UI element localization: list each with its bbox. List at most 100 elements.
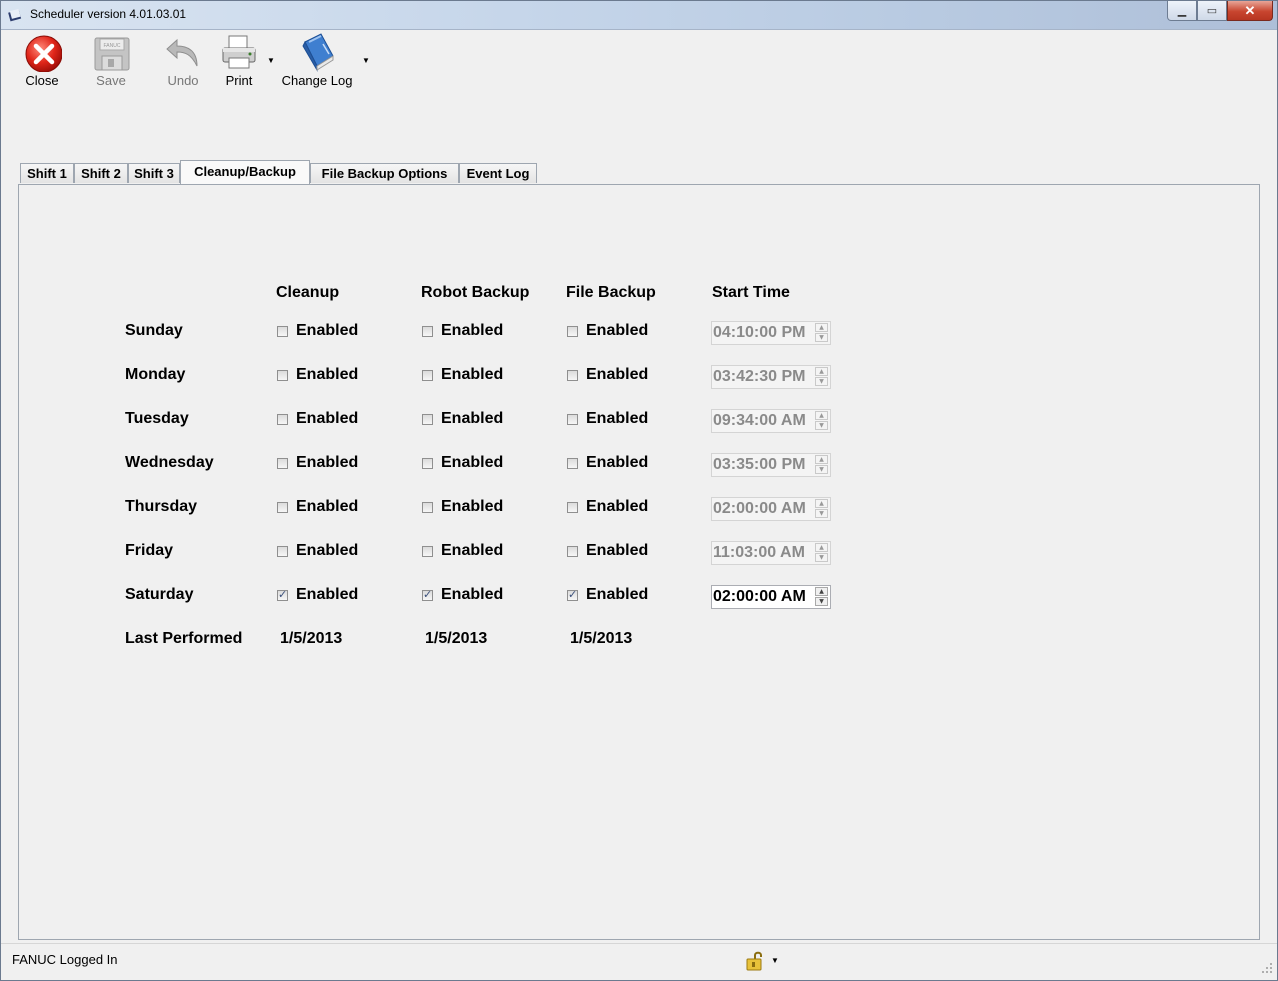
thursday-robot-backup-checkbox[interactable]: [422, 502, 433, 513]
monday-file-backup-checkbox[interactable]: [567, 370, 578, 381]
title-bar[interactable]: Scheduler version 4.01.03.01 ▁ ▭ ✕: [1, 1, 1277, 30]
tuesday-start-time-picker[interactable]: 09:34:00 AM ▲ ▼: [711, 409, 831, 433]
sunday-time-spinner[interactable]: ▲ ▼: [815, 323, 828, 343]
spin-down-icon[interactable]: ▼: [815, 509, 828, 518]
friday-file-backup-enabled-label[interactable]: Enabled: [586, 542, 648, 560]
friday-cleanup-enabled-label[interactable]: Enabled: [296, 542, 358, 560]
spin-up-icon[interactable]: ▲: [815, 587, 828, 596]
spin-down-icon[interactable]: ▼: [815, 465, 828, 474]
undo-icon: [166, 38, 198, 67]
wednesday-cleanup-checkbox[interactable]: [277, 458, 288, 469]
spin-down-icon[interactable]: ▼: [815, 597, 828, 606]
resize-grip-icon[interactable]: [1261, 962, 1273, 974]
saturday-robot-backup-checkbox[interactable]: [422, 588, 433, 601]
tuesday-cleanup-checkbox[interactable]: [277, 414, 288, 425]
friday-cleanup-checkbox[interactable]: [277, 546, 288, 557]
tab-event-log[interactable]: Event Log: [459, 163, 537, 183]
friday-time-spinner[interactable]: ▲ ▼: [815, 543, 828, 563]
thursday-file-backup-enabled-label[interactable]: Enabled: [586, 498, 648, 516]
spin-up-icon[interactable]: ▲: [815, 543, 828, 552]
tuesday-file-backup-checkbox[interactable]: [567, 414, 578, 425]
save-button[interactable]: FANUC Save: [91, 32, 131, 88]
minimize-button[interactable]: ▁: [1167, 1, 1197, 21]
spin-down-icon[interactable]: ▼: [815, 421, 828, 430]
saturday-start-time-picker[interactable]: 02:00:00 AM ▲ ▼: [711, 585, 831, 609]
sunday-start-time-value[interactable]: 04:10:00 PM: [713, 324, 806, 342]
wednesday-cleanup-enabled-label[interactable]: Enabled: [296, 454, 358, 472]
tab-shift-2[interactable]: Shift 2: [74, 163, 128, 183]
monday-cleanup-checkbox[interactable]: [277, 370, 288, 381]
print-button[interactable]: Print: [219, 32, 259, 88]
undo-button[interactable]: Undo: [163, 32, 203, 88]
saturday-file-backup-enabled-label[interactable]: Enabled: [586, 586, 648, 604]
spin-up-icon[interactable]: ▲: [815, 367, 828, 376]
spin-down-icon[interactable]: ▼: [815, 333, 828, 342]
friday-start-time-picker[interactable]: 11:03:00 AM ▲ ▼: [711, 541, 831, 565]
monday-cleanup-enabled-label[interactable]: Enabled: [296, 366, 358, 384]
friday-start-time-value[interactable]: 11:03:00 AM: [713, 544, 805, 562]
sunday-cleanup-checkbox[interactable]: [277, 326, 288, 337]
print-dropdown-icon[interactable]: ▼: [267, 56, 275, 65]
close-icon: [25, 35, 62, 72]
saturday-start-time-value[interactable]: 02:00:00 AM: [713, 588, 806, 606]
thursday-start-time-picker[interactable]: 02:00:00 AM ▲ ▼: [711, 497, 831, 521]
tuesday-cleanup-enabled-label[interactable]: Enabled: [296, 410, 358, 428]
monday-start-time-picker[interactable]: 03:42:30 PM ▲ ▼: [711, 365, 831, 389]
saturday-robot-backup-enabled-label[interactable]: Enabled: [441, 586, 503, 604]
tuesday-file-backup-enabled-label[interactable]: Enabled: [586, 410, 648, 428]
wednesday-robot-backup-checkbox[interactable]: [422, 458, 433, 469]
spin-up-icon[interactable]: ▲: [815, 455, 828, 464]
sunday-file-backup-checkbox[interactable]: [567, 326, 578, 337]
spin-up-icon[interactable]: ▲: [815, 323, 828, 332]
spin-up-icon[interactable]: ▲: [815, 499, 828, 508]
thursday-robot-backup-enabled-label[interactable]: Enabled: [441, 498, 503, 516]
tab-file-backup-options[interactable]: File Backup Options: [310, 163, 459, 183]
tuesday-time-spinner[interactable]: ▲ ▼: [815, 411, 828, 431]
tuesday-robot-backup-checkbox[interactable]: [422, 414, 433, 425]
monday-robot-backup-checkbox[interactable]: [422, 370, 433, 381]
sunday-robot-backup-checkbox[interactable]: [422, 326, 433, 337]
wednesday-start-time-value[interactable]: 03:35:00 PM: [713, 456, 806, 474]
lock-icon[interactable]: [746, 950, 766, 972]
wednesday-robot-backup-enabled-label[interactable]: Enabled: [441, 454, 503, 472]
sunday-cleanup-enabled-label[interactable]: Enabled: [296, 322, 358, 340]
change-log-dropdown-icon[interactable]: ▼: [362, 56, 370, 65]
thursday-time-spinner[interactable]: ▲ ▼: [815, 499, 828, 519]
wednesday-time-spinner[interactable]: ▲ ▼: [815, 455, 828, 475]
spin-down-icon[interactable]: ▼: [815, 553, 828, 562]
spin-up-icon[interactable]: ▲: [815, 411, 828, 420]
monday-robot-backup-enabled-label[interactable]: Enabled: [441, 366, 503, 384]
tuesday-robot-backup-enabled-label[interactable]: Enabled: [441, 410, 503, 428]
thursday-file-backup-checkbox[interactable]: [567, 502, 578, 513]
sunday-start-time-picker[interactable]: 04:10:00 PM ▲ ▼: [711, 321, 831, 345]
tuesday-start-time-value[interactable]: 09:34:00 AM: [713, 412, 806, 430]
save-icon: FANUC: [94, 37, 130, 71]
friday-robot-backup-checkbox[interactable]: [422, 546, 433, 557]
thursday-cleanup-enabled-label[interactable]: Enabled: [296, 498, 358, 516]
friday-file-backup-checkbox[interactable]: [567, 546, 578, 557]
saturday-time-spinner[interactable]: ▲ ▼: [815, 587, 828, 607]
tab-cleanup-backup[interactable]: Cleanup/Backup: [180, 160, 310, 184]
saturday-cleanup-enabled-label[interactable]: Enabled: [296, 586, 358, 604]
tab-shift-3[interactable]: Shift 3: [128, 163, 180, 183]
sunday-robot-backup-enabled-label[interactable]: Enabled: [441, 322, 503, 340]
lock-dropdown-icon[interactable]: ▼: [771, 956, 779, 965]
close-button[interactable]: Close: [20, 32, 64, 88]
wednesday-file-backup-enabled-label[interactable]: Enabled: [586, 454, 648, 472]
change-log-button[interactable]: Change Log: [279, 32, 355, 88]
friday-robot-backup-enabled-label[interactable]: Enabled: [441, 542, 503, 560]
sunday-file-backup-enabled-label[interactable]: Enabled: [586, 322, 648, 340]
monday-start-time-value[interactable]: 03:42:30 PM: [713, 368, 806, 386]
saturday-cleanup-checkbox[interactable]: [277, 588, 288, 601]
tab-shift-1[interactable]: Shift 1: [20, 163, 74, 183]
monday-time-spinner[interactable]: ▲ ▼: [815, 367, 828, 387]
thursday-cleanup-checkbox[interactable]: [277, 502, 288, 513]
monday-file-backup-enabled-label[interactable]: Enabled: [586, 366, 648, 384]
thursday-start-time-value[interactable]: 02:00:00 AM: [713, 500, 806, 518]
saturday-file-backup-checkbox[interactable]: [567, 588, 578, 601]
wednesday-start-time-picker[interactable]: 03:35:00 PM ▲ ▼: [711, 453, 831, 477]
wednesday-file-backup-checkbox[interactable]: [567, 458, 578, 469]
window-close-button[interactable]: ✕: [1227, 1, 1273, 21]
maximize-button[interactable]: ▭: [1197, 1, 1227, 21]
spin-down-icon[interactable]: ▼: [815, 377, 828, 386]
